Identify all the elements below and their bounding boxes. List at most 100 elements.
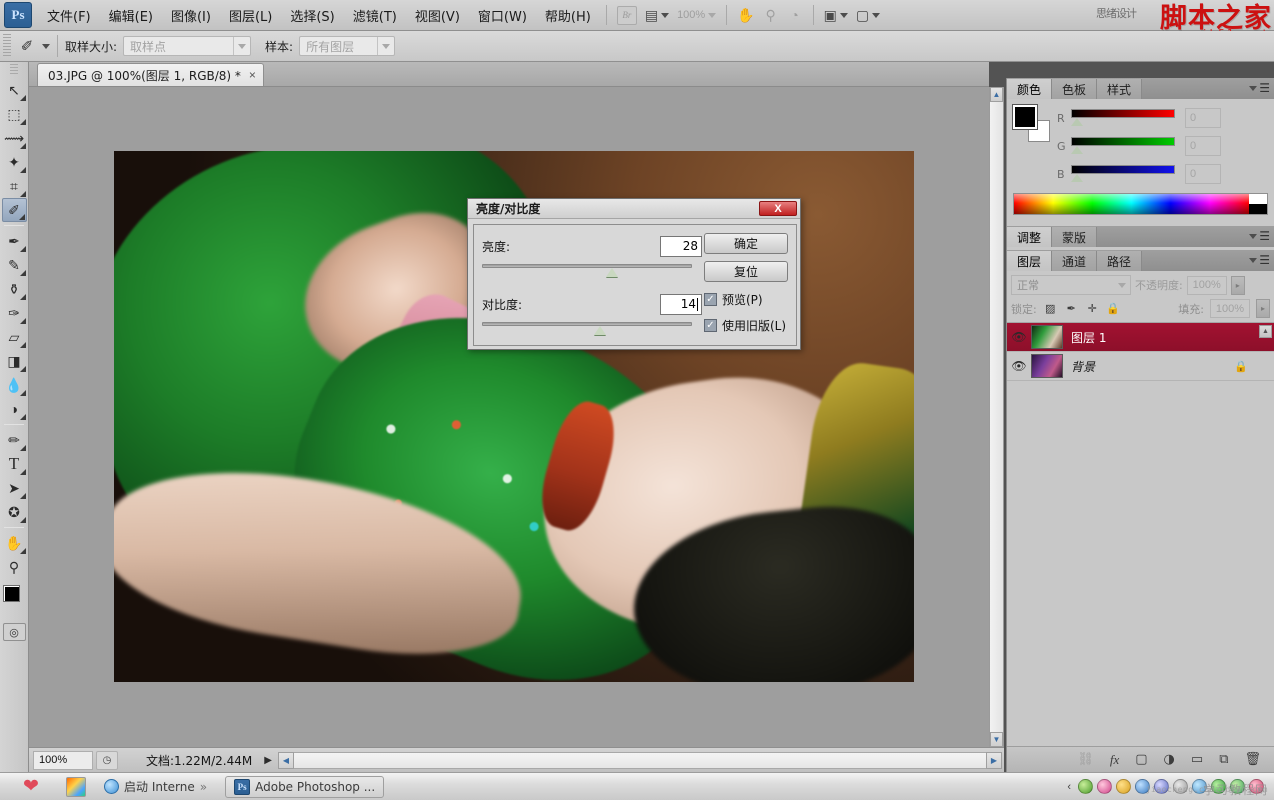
- layer-thumbnail[interactable]: [1031, 325, 1063, 349]
- brightness-slider[interactable]: [482, 261, 702, 279]
- new-layer-icon[interactable]: ⧉: [1219, 752, 1228, 767]
- hand-tool-button[interactable]: ✋: [733, 4, 758, 26]
- menu-image[interactable]: 图像(I): [162, 2, 220, 29]
- blue-value-input[interactable]: 0: [1185, 164, 1221, 184]
- blue-slider-thumb[interactable]: [1071, 174, 1083, 182]
- contrast-slider[interactable]: [482, 319, 702, 337]
- taskbar-photoshop[interactable]: Ps Adobe Photoshop ...: [225, 776, 384, 798]
- taskbar-overflow-icon[interactable]: »: [200, 780, 207, 794]
- scroll-right-icon[interactable]: ▶: [986, 752, 1002, 769]
- reset-button[interactable]: 复位: [704, 261, 788, 282]
- menu-help[interactable]: 帮助(H): [536, 2, 600, 29]
- adjustment-layer-icon[interactable]: ◑: [1164, 752, 1175, 767]
- color-swatches[interactable]: [0, 583, 29, 617]
- layers-panel-menu-icon[interactable]: ☰: [1249, 253, 1270, 267]
- green-slider-thumb[interactable]: [1071, 146, 1083, 154]
- tab-channels[interactable]: 通道: [1052, 251, 1097, 271]
- zoom-tool-button[interactable]: ⚲: [759, 4, 783, 26]
- brightness-slider-thumb[interactable]: [606, 268, 618, 277]
- opacity-input[interactable]: 100%: [1187, 276, 1227, 295]
- layer-thumbnail[interactable]: [1031, 354, 1063, 378]
- new-group-icon[interactable]: ▭: [1191, 752, 1203, 767]
- green-slider[interactable]: [1071, 135, 1175, 157]
- ok-button[interactable]: 确定: [704, 233, 788, 254]
- status-menu-arrow-icon[interactable]: ▶: [264, 755, 272, 766]
- red-slider-thumb[interactable]: [1071, 118, 1083, 126]
- menu-filter[interactable]: 滤镜(T): [344, 2, 406, 29]
- vertical-scroll-track[interactable]: [990, 102, 1003, 732]
- green-value-input[interactable]: 0: [1185, 136, 1221, 156]
- tab-layers[interactable]: 图层: [1007, 251, 1052, 271]
- sample-select[interactable]: 所有图层: [299, 36, 395, 56]
- brightness-contrast-dialog[interactable]: 亮度/对比度 X 亮度: 28 对比度: 14: [467, 198, 801, 350]
- scroll-down-icon[interactable]: ▼: [990, 732, 1003, 747]
- spectrum-black-white[interactable]: [1249, 194, 1267, 214]
- shape-tool[interactable]: ✪: [2, 500, 27, 524]
- layer-visibility-icon[interactable]: 👁: [1007, 359, 1031, 373]
- scroll-up-icon[interactable]: ▲: [990, 87, 1003, 102]
- blue-slider[interactable]: [1071, 163, 1175, 185]
- pen-tool[interactable]: ✏: [2, 428, 27, 452]
- fill-input[interactable]: 100%: [1210, 299, 1250, 318]
- color-panel-swatches[interactable]: [1013, 105, 1049, 139]
- scroll-left-icon[interactable]: ◀: [278, 752, 294, 769]
- sample-size-select[interactable]: 取样点: [123, 36, 251, 56]
- preview-checkbox-row[interactable]: ✓ 预览(P): [704, 291, 788, 308]
- layers-scroll-up-icon[interactable]: ▲: [1259, 325, 1272, 338]
- fill-stepper-icon[interactable]: ▸: [1256, 299, 1270, 318]
- lock-transparency-icon[interactable]: ▨: [1043, 301, 1058, 316]
- brush-tool[interactable]: ✎: [2, 253, 27, 277]
- color-spectrum-ramp[interactable]: [1013, 193, 1268, 215]
- spectrum-gradient[interactable]: [1014, 194, 1249, 214]
- blur-tool[interactable]: 💧: [2, 373, 27, 397]
- lasso-tool[interactable]: ⟿: [2, 126, 27, 150]
- tray-icon-1[interactable]: [1078, 779, 1093, 794]
- layer-style-icon[interactable]: fx: [1110, 752, 1119, 768]
- close-icon[interactable]: X: [759, 201, 797, 216]
- red-slider[interactable]: [1071, 107, 1175, 129]
- delete-layer-icon[interactable]: 🗑: [1244, 752, 1261, 767]
- crop-tool[interactable]: ⌗: [2, 174, 27, 198]
- foreground-color-swatch[interactable]: [3, 585, 20, 602]
- dialog-title-bar[interactable]: 亮度/对比度: [468, 199, 800, 219]
- opacity-stepper-icon[interactable]: ▸: [1231, 276, 1245, 295]
- menu-file[interactable]: 文件(F): [38, 2, 100, 29]
- zoom-input[interactable]: 100%: [33, 751, 93, 770]
- tool-preset-chevron-icon[interactable]: [42, 44, 50, 49]
- adjustments-panel-menu-icon[interactable]: ☰: [1249, 229, 1270, 243]
- color-panel-menu-icon[interactable]: ☰: [1249, 81, 1270, 95]
- move-tool[interactable]: ↖: [2, 78, 27, 102]
- history-brush-tool[interactable]: ✑: [2, 301, 27, 325]
- magic-wand-tool[interactable]: ✦: [2, 150, 27, 174]
- arrange-documents-button[interactable]: ▣: [820, 4, 852, 26]
- start-button-heart-icon[interactable]: ❤: [14, 775, 48, 798]
- healing-brush-tool[interactable]: ✒: [2, 229, 27, 253]
- eyedropper-tool[interactable]: ✐: [2, 198, 27, 222]
- screen-mode-button[interactable]: ▢: [852, 4, 884, 26]
- tray-icon-3[interactable]: [1116, 779, 1131, 794]
- current-tool-icon[interactable]: ✐: [14, 34, 40, 58]
- bridge-button[interactable]: Br: [613, 4, 641, 26]
- tab-color[interactable]: 颜色: [1007, 79, 1052, 99]
- contrast-slider-track[interactable]: [482, 322, 692, 326]
- path-selection-tool[interactable]: ➤: [2, 476, 27, 500]
- contrast-slider-thumb[interactable]: [594, 326, 606, 335]
- tab-adjustments[interactable]: 调整: [1007, 227, 1052, 247]
- canvas-area[interactable]: 握着手就算天快亮 像开始时那样: [29, 87, 989, 747]
- eraser-tool[interactable]: ▱: [2, 325, 27, 349]
- quick-mask-toggle[interactable]: ◎: [3, 623, 26, 641]
- canvas-vertical-scrollbar[interactable]: ▲ ▼: [989, 87, 1004, 747]
- legacy-checkbox-row[interactable]: ✓ 使用旧版(L): [704, 317, 788, 334]
- view-extras-button[interactable]: ▤: [641, 4, 673, 26]
- brightness-input[interactable]: 28: [660, 236, 702, 257]
- brightness-slider-track[interactable]: [482, 264, 692, 268]
- tab-masks[interactable]: 蒙版: [1052, 227, 1097, 247]
- options-bar-grip[interactable]: [3, 34, 11, 58]
- blend-mode-select[interactable]: 正常: [1011, 275, 1131, 295]
- tab-styles[interactable]: 样式: [1097, 79, 1142, 99]
- table-row[interactable]: 👁 背景 🔒: [1007, 352, 1274, 381]
- preview-checkbox[interactable]: ✓: [704, 293, 717, 306]
- tab-paths[interactable]: 路径: [1097, 251, 1142, 271]
- horizontal-scroll-track[interactable]: [294, 752, 986, 769]
- hand-tool[interactable]: ✋: [2, 531, 27, 555]
